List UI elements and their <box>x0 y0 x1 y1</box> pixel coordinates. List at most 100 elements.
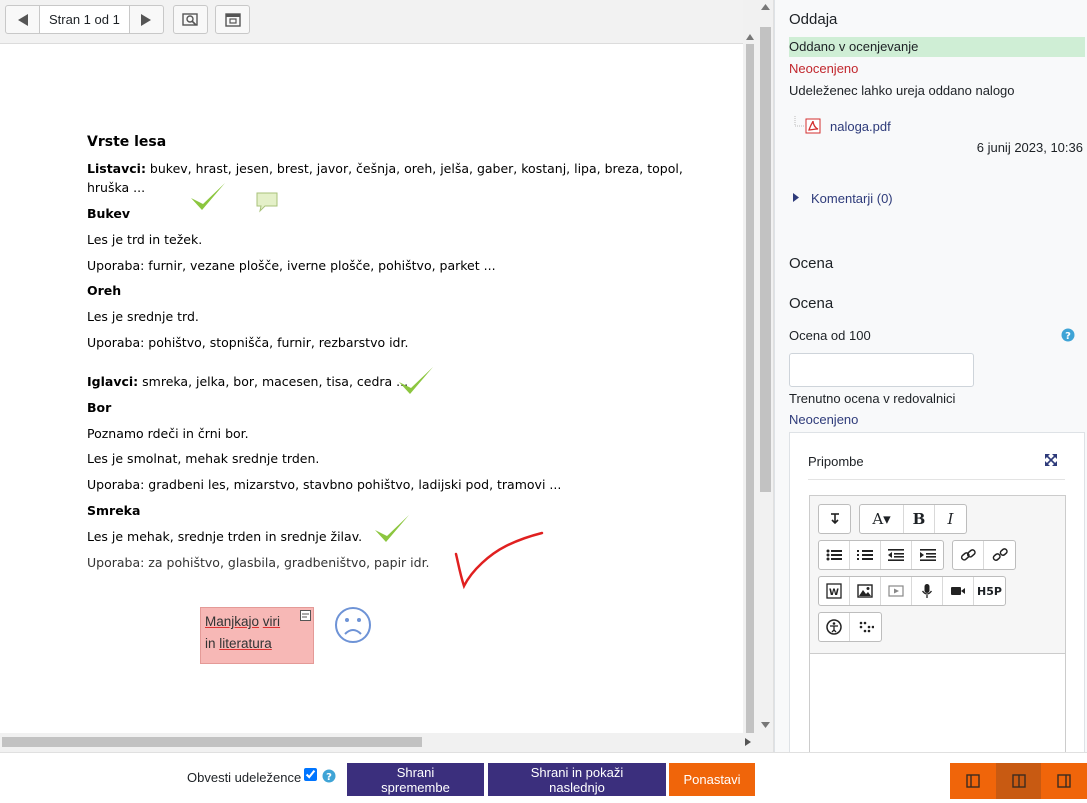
search-comments-group <box>173 5 208 34</box>
braille-icon <box>859 621 874 633</box>
document-vertical-scrollbar[interactable] <box>743 0 757 733</box>
doc-line: Les je mehak, srednje trden in srednje ž… <box>87 529 363 544</box>
word-icon: W <box>826 583 842 599</box>
outdent-button[interactable] <box>881 541 912 569</box>
help-icon[interactable]: ? <box>1061 328 1075 342</box>
submission-file-link[interactable]: naloga.pdf <box>830 119 891 134</box>
scroll-up-arrow-icon[interactable] <box>761 4 770 10</box>
expand-window-icon <box>224 12 241 27</box>
italic-button[interactable]: I <box>935 505 966 533</box>
insert-h5p-button[interactable]: H5P <box>974 577 1005 605</box>
fullscreen-icon[interactable] <box>1044 453 1058 467</box>
insert-image-button[interactable] <box>850 577 881 605</box>
unlink-button[interactable] <box>984 541 1015 569</box>
comment-bubble-icon[interactable] <box>255 191 279 213</box>
italic-icon: I <box>947 510 954 528</box>
link-button[interactable] <box>953 541 984 569</box>
editor-toolbar-row <box>818 540 1024 570</box>
record-audio-button[interactable] <box>912 577 943 605</box>
unordered-list-icon <box>826 549 842 561</box>
doc-line: Listavci: bukev, hrast, jesen, brest, ja… <box>87 161 683 176</box>
checkmark-stamp-icon[interactable] <box>188 180 228 216</box>
rich-text-editor: A▾ B I W H5P <box>809 495 1066 752</box>
document-pane: Stran 1 od 1 Vrste lesa Listavci: bukev,… <box>0 0 757 752</box>
reset-button[interactable]: Ponastavi <box>669 763 755 796</box>
previous-page-button[interactable] <box>6 6 39 33</box>
layout-default-button[interactable] <box>995 763 1042 799</box>
scroll-right-arrow-icon[interactable] <box>745 738 751 746</box>
editor-toolbar-row: A▾ B I <box>818 504 975 534</box>
search-comments-button[interactable] <box>174 6 207 33</box>
note-word: in <box>205 636 216 651</box>
accessibility-checker-button[interactable] <box>819 613 850 641</box>
unordered-list-button[interactable] <box>819 541 850 569</box>
feedback-comments-box: Pripombe A▾ B I W H5P <box>789 432 1085 752</box>
grade-input[interactable] <box>789 353 974 387</box>
annotation-note[interactable]: Manjkajo viri in literatura <box>200 607 314 664</box>
font-style-button[interactable]: A▾ <box>860 505 904 533</box>
grading-status: Neocenjeno <box>789 61 859 76</box>
checkmark-stamp-icon[interactable] <box>396 364 436 400</box>
freehand-check-drawing[interactable] <box>450 530 546 592</box>
layout-collapse-grade-button[interactable] <box>1041 763 1087 799</box>
doc-line-text: bukev, hrast, jesen, brest, javor, češnj… <box>145 161 683 176</box>
toolbar-toggle-button[interactable] <box>819 505 850 533</box>
comments-toggle[interactable]: Komentarji (0) <box>811 191 893 206</box>
notify-checkbox[interactable] <box>304 768 317 781</box>
accessibility-icon <box>826 619 842 635</box>
ordered-list-button[interactable] <box>850 541 881 569</box>
horizontal-scroll-thumb[interactable] <box>2 737 422 747</box>
document-horizontal-scrollbar[interactable] <box>0 733 757 752</box>
note-word: literatura <box>219 636 272 651</box>
indent-button[interactable] <box>912 541 943 569</box>
note-text: Manjkajo viri in literatura <box>205 611 309 655</box>
search-comments-icon <box>181 12 198 26</box>
note-word: Manjkajo <box>205 614 260 629</box>
layout-collapse-review-button[interactable] <box>950 763 996 799</box>
doc-line: hruška ... <box>87 180 146 195</box>
grade-label: Ocena od 100 <box>789 328 871 343</box>
next-page-button[interactable] <box>130 6 163 33</box>
svg-text:W: W <box>829 588 839 598</box>
scroll-down-arrow-icon[interactable] <box>761 722 770 728</box>
doc-line: Les je smolnat, mehak srednje trden. <box>87 451 320 466</box>
panel-scroll-thumb[interactable] <box>760 27 771 492</box>
paste-from-word-button[interactable]: W <box>819 577 850 605</box>
vertical-scroll-thumb[interactable] <box>746 44 754 733</box>
checkmark-stamp-icon[interactable] <box>372 512 412 548</box>
insert-media-button[interactable] <box>881 577 912 605</box>
toolbar-toggle-icon <box>830 513 839 525</box>
bold-button[interactable]: B <box>904 505 935 533</box>
unlink-icon <box>992 548 1008 561</box>
outdent-icon <box>888 549 904 561</box>
record-video-button[interactable] <box>943 577 974 605</box>
screenreader-helper-button[interactable] <box>850 613 881 641</box>
page-navigation: Stran 1 od 1 <box>5 5 164 34</box>
note-options-icon[interactable] <box>300 610 311 621</box>
feedback-divider <box>808 479 1065 480</box>
current-grade-label: Trenutno ocena v redovalnici <box>789 391 956 406</box>
expand-group <box>215 5 250 34</box>
note-word: viri <box>262 614 281 629</box>
help-icon[interactable]: ? <box>322 769 336 783</box>
save-and-next-button[interactable]: Shrani in pokaži naslednjo <box>488 763 666 796</box>
panel-scrollbar[interactable] <box>757 0 774 752</box>
media-icon <box>888 585 904 597</box>
doc-subheading: Bor <box>87 400 112 415</box>
svg-text:?: ? <box>326 772 332 783</box>
editor-content-area[interactable] <box>810 653 1065 752</box>
expand-button[interactable] <box>216 6 249 33</box>
editor-group: W H5P <box>818 576 1006 606</box>
arrow-left-icon <box>17 13 28 26</box>
save-changes-button[interactable]: Shrani spremembe <box>347 763 484 796</box>
doc-line: Uporaba: gradbeni les, mizarstvo, stavbn… <box>87 477 562 492</box>
collapse-review-panel-icon <box>966 774 980 788</box>
page-number-label[interactable]: Stran 1 od 1 <box>39 6 130 33</box>
indent-icon <box>919 549 936 561</box>
sad-face-stamp-icon[interactable] <box>333 605 373 645</box>
scroll-up-arrow-icon[interactable] <box>746 34 754 40</box>
bold-icon: B <box>912 510 926 528</box>
caret-right-icon[interactable] <box>793 193 799 202</box>
pdf-page[interactable]: Vrste lesa Listavci: bukev, hrast, jesen… <box>0 44 743 733</box>
editor-group <box>818 540 944 570</box>
